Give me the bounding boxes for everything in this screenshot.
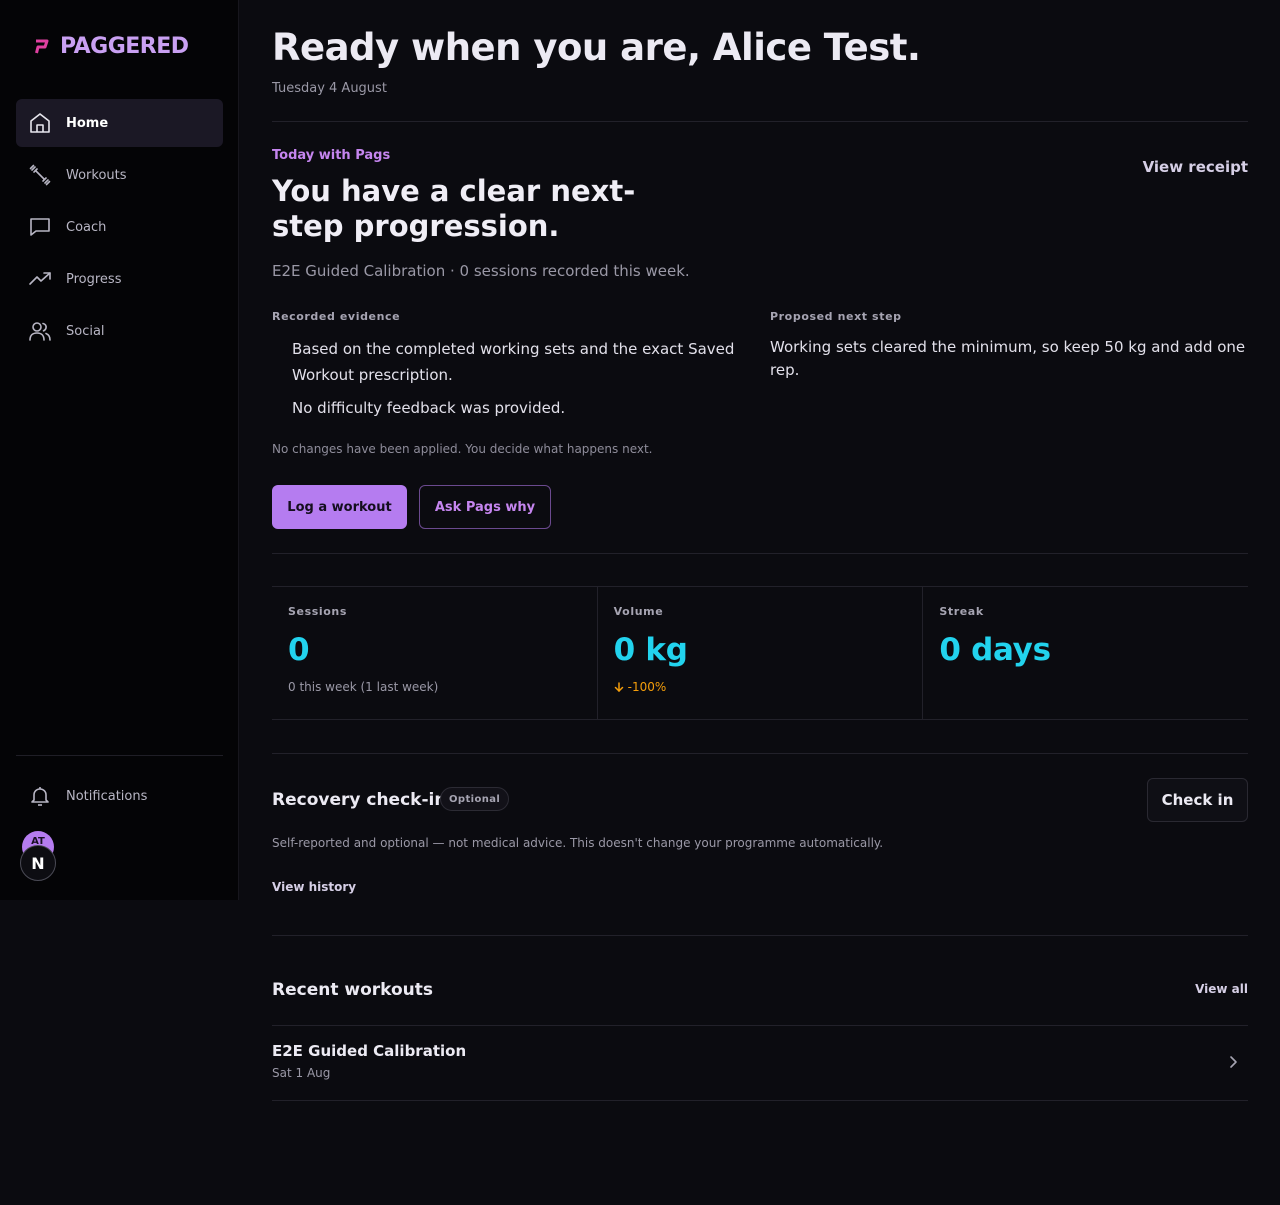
stat-volume: Volume 0 kg -100%	[598, 587, 924, 719]
sidebar-item-label: Coach	[66, 219, 107, 235]
sidebar: PAGGERED Home Workouts Coach Progress So…	[0, 0, 239, 900]
view-history-link[interactable]: View history	[272, 880, 356, 894]
stat-value: 0	[288, 632, 310, 668]
sidebar-notifications: Notifications	[16, 772, 223, 824]
stat-label: Sessions	[288, 605, 347, 618]
evidence-list: Based on the completed working sets and …	[292, 336, 742, 428]
stat-value: 0 days	[939, 632, 1051, 668]
today-subtitle: E2E Guided Calibration · 0 sessions reco…	[272, 262, 690, 280]
divider	[272, 753, 1248, 754]
workout-name: E2E Guided Calibration	[272, 1042, 467, 1060]
stat-label: Volume	[613, 605, 664, 618]
evidence-item: No difficulty feedback was provided.	[292, 399, 566, 417]
sidebar-item-label: Progress	[66, 271, 122, 287]
chat-icon	[30, 218, 50, 236]
page-date: Tuesday 4 August	[272, 81, 387, 96]
sidebar-nav: Home Workouts Coach Progress Social	[16, 99, 223, 359]
arrow-down-icon	[614, 682, 623, 692]
divider	[272, 553, 1248, 554]
evidence-label: Recorded evidence	[272, 310, 401, 323]
sidebar-item-notifications[interactable]: Notifications	[16, 772, 223, 820]
sidebar-item-label: Workouts	[66, 167, 127, 183]
recovery-title: Recovery check-in	[272, 790, 447, 810]
list-item[interactable]: E2E Guided Calibration Sat 1 Aug	[272, 1025, 1248, 1101]
bell-icon	[31, 787, 49, 806]
stats-grid: Sessions 0 0 this week (1 last week) Vol…	[272, 586, 1248, 720]
proposal-label: Proposed next step	[770, 310, 902, 323]
view-all-link[interactable]: View all	[1195, 982, 1248, 996]
n-badge[interactable]: N	[20, 845, 56, 881]
proposal-text: Working sets cleared the minimum, so kee…	[770, 338, 1246, 379]
ask-pags-why-button[interactable]: Ask Pags why	[419, 485, 551, 529]
sidebar-item-label: Home	[66, 115, 109, 131]
recovery-description: Self-reported and optional — not medical…	[272, 836, 884, 850]
page-title: Ready when you are, Alice Test.	[272, 26, 921, 69]
app-logo[interactable]: PAGGERED	[32, 34, 189, 59]
sidebar-item-social[interactable]: Social	[16, 307, 223, 355]
evidence-item: Based on the completed working sets and …	[292, 340, 735, 384]
sidebar-item-label: Notifications	[66, 788, 148, 804]
optional-badge: Optional	[440, 787, 510, 811]
app-name: PAGGERED	[60, 34, 189, 59]
divider	[272, 935, 1248, 936]
sidebar-item-workouts[interactable]: Workouts	[16, 151, 223, 199]
view-receipt-link[interactable]: View receipt	[1143, 158, 1248, 176]
trending-up-icon	[29, 272, 51, 285]
stat-value: 0 kg	[613, 632, 688, 668]
dumbbell-icon	[29, 164, 51, 186]
stat-sessions: Sessions 0 0 this week (1 last week)	[272, 587, 598, 719]
sidebar-item-progress[interactable]: Progress	[16, 255, 223, 303]
sidebar-item-coach[interactable]: Coach	[16, 203, 223, 251]
sidebar-divider	[16, 755, 223, 756]
today-headline: You have a clear next-step progression.	[272, 174, 636, 243]
check-in-button[interactable]: Check in	[1147, 778, 1248, 822]
sidebar-item-label: Social	[66, 323, 105, 339]
today-eyebrow: Today with Pags	[272, 148, 391, 163]
sidebar-item-home[interactable]: Home	[16, 99, 223, 147]
stat-sub: 0 this week (1 last week)	[288, 680, 439, 694]
no-changes-note: No changes have been applied. You decide…	[272, 442, 653, 456]
stat-delta: -100%	[614, 680, 907, 694]
chevron-right-icon	[1230, 1056, 1237, 1068]
log-workout-button[interactable]: Log a workout	[272, 485, 407, 529]
recent-workouts-title: Recent workouts	[272, 980, 434, 1000]
stat-streak: Streak 0 days	[923, 587, 1248, 719]
home-icon	[30, 113, 50, 133]
logo-mark-icon	[35, 39, 49, 53]
divider	[272, 121, 1248, 122]
stat-label: Streak	[939, 605, 984, 618]
workout-date: Sat 1 Aug	[272, 1066, 331, 1080]
stat-delta-value: -100%	[627, 680, 667, 694]
users-icon	[29, 322, 51, 341]
